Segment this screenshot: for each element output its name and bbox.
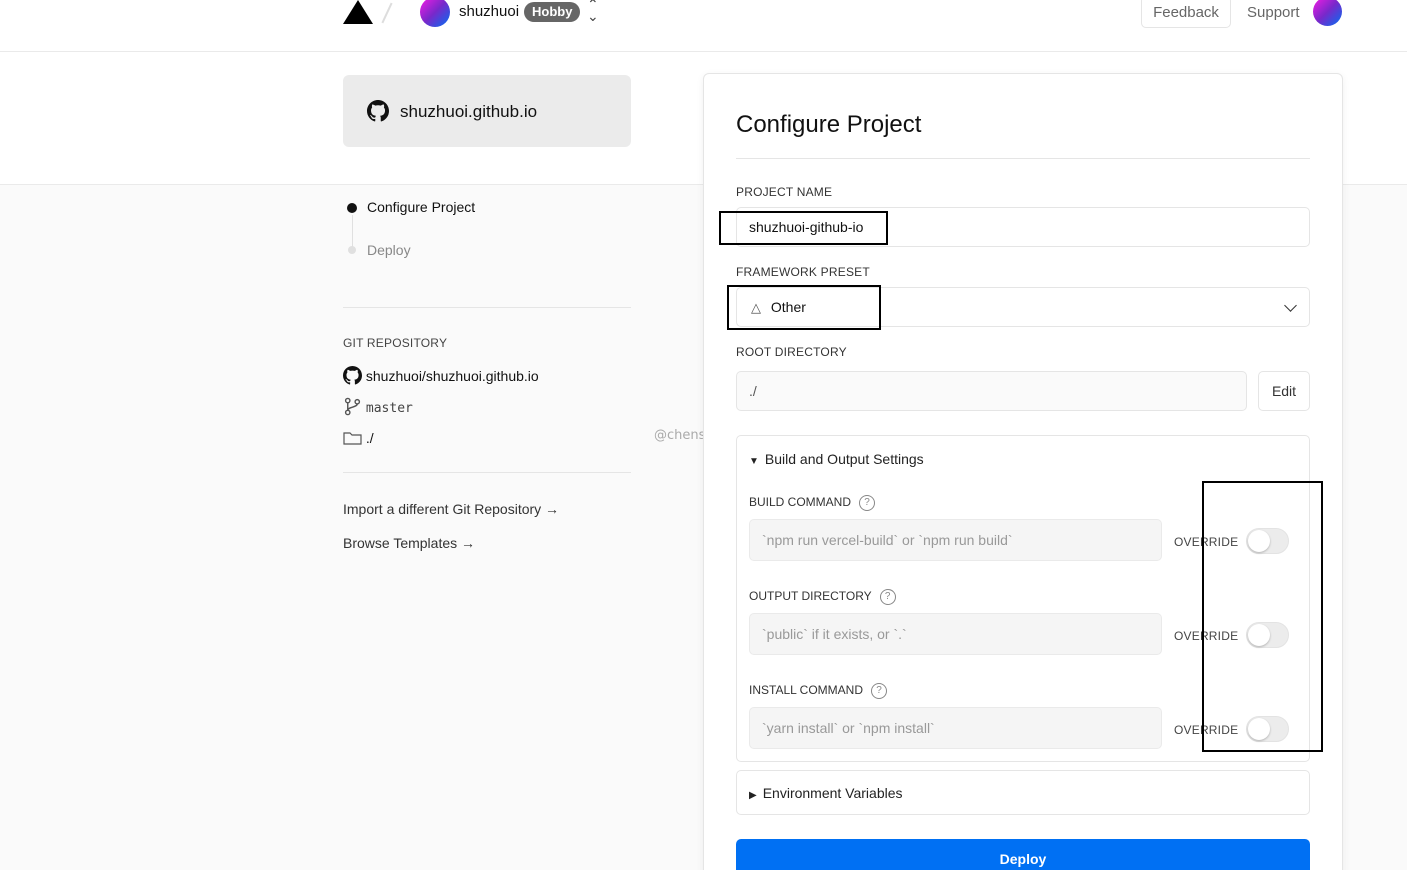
help-icon[interactable]: ? bbox=[879, 589, 896, 605]
git-branch-row: master bbox=[343, 397, 413, 416]
environment-variables-heading: Environment Variables bbox=[762, 785, 903, 801]
step-active-dot bbox=[347, 203, 357, 213]
github-icon bbox=[343, 366, 362, 385]
install-command-label-text: INSTALL COMMAND bbox=[749, 683, 864, 698]
output-directory-label-text: OUTPUT DIRECTORY bbox=[749, 589, 872, 604]
edit-root-directory-button[interactable]: Edit bbox=[1258, 371, 1310, 411]
build-output-settings-toggle[interactable]: ▼ Build and Output Settings bbox=[749, 451, 924, 467]
page-title: Configure Project bbox=[736, 111, 922, 138]
plan-badge: Hobby bbox=[524, 2, 581, 22]
step-connector bbox=[352, 215, 353, 247]
git-repo-name[interactable]: shuzhuoi/shuzhuoi.github.io bbox=[366, 368, 539, 384]
sidebar-divider bbox=[343, 307, 631, 308]
feedback-button[interactable]: Feedback bbox=[1141, 0, 1231, 28]
title-divider bbox=[736, 158, 1310, 159]
install-command-input[interactable]: `yarn install` or `npm install` bbox=[749, 707, 1162, 749]
repo-card-name: shuzhuoi.github.io bbox=[400, 102, 538, 121]
top-navigation-bar: shuzhuoi Hobby ⌃ ⌄ Feedback Support bbox=[0, 0, 1407, 52]
vercel-logo-icon[interactable] bbox=[343, 0, 373, 24]
help-icon[interactable]: ? bbox=[859, 495, 876, 511]
highlight-box bbox=[719, 211, 888, 245]
step-deploy: Deploy bbox=[367, 242, 411, 258]
user-avatar[interactable] bbox=[1313, 0, 1342, 26]
highlight-box bbox=[1202, 481, 1323, 752]
browse-templates-link[interactable]: Browse Templates → bbox=[343, 535, 475, 551]
environment-variables-panel[interactable]: ▶ Environment Variables bbox=[736, 770, 1310, 815]
output-directory-input[interactable]: `public` if it exists, or `.` bbox=[749, 613, 1162, 655]
sidebar-divider bbox=[343, 472, 631, 473]
git-directory: ./ bbox=[365, 430, 374, 446]
framework-preset-label: FRAMEWORK PRESET bbox=[736, 265, 870, 279]
project-name-label: PROJECT NAME bbox=[736, 185, 833, 199]
breadcrumb-separator bbox=[381, 2, 393, 24]
folder-icon bbox=[343, 432, 362, 445]
triangle-down-icon: ▼ bbox=[749, 456, 759, 467]
build-command-label-text: BUILD COMMAND bbox=[749, 495, 852, 510]
team-name[interactable]: shuzhuoi bbox=[459, 3, 519, 20]
environment-variables-toggle[interactable]: ▶ Environment Variables bbox=[749, 785, 903, 801]
build-command-input[interactable]: `npm run vercel-build` or `npm run build… bbox=[749, 519, 1162, 561]
help-icon[interactable]: ? bbox=[871, 683, 888, 699]
highlight-box bbox=[727, 285, 881, 330]
github-icon bbox=[367, 100, 389, 122]
root-directory-value: ./ bbox=[749, 383, 757, 399]
chevron-up-down-icon[interactable]: ⌃ ⌄ bbox=[587, 0, 599, 23]
install-command-label: INSTALL COMMAND? bbox=[749, 683, 888, 699]
team-avatar[interactable] bbox=[420, 0, 450, 27]
build-output-settings-heading: Build and Output Settings bbox=[764, 451, 924, 467]
chevron-down-icon bbox=[1284, 299, 1297, 312]
output-directory-label: OUTPUT DIRECTORY? bbox=[749, 589, 896, 605]
repo-card: shuzhuoi.github.io bbox=[343, 75, 631, 147]
git-repo-row[interactable]: shuzhuoi/shuzhuoi.github.io bbox=[343, 366, 539, 385]
import-repo-link[interactable]: Import a different Git Repository → bbox=[343, 501, 559, 517]
deploy-button[interactable]: Deploy bbox=[736, 839, 1310, 870]
root-directory-label: ROOT DIRECTORY bbox=[736, 345, 847, 359]
build-command-label: BUILD COMMAND? bbox=[749, 495, 876, 511]
git-branch-name: master bbox=[365, 401, 413, 416]
git-branch-icon bbox=[344, 397, 361, 416]
git-directory-row: ./ bbox=[343, 430, 374, 446]
git-repository-label: GIT REPOSITORY bbox=[343, 336, 448, 350]
support-link[interactable]: Support bbox=[1247, 4, 1300, 21]
root-directory-input[interactable]: ./ bbox=[736, 371, 1247, 411]
triangle-right-icon: ▶ bbox=[749, 790, 757, 801]
step-inactive-dot bbox=[348, 246, 356, 254]
step-configure-project: Configure Project bbox=[367, 199, 476, 215]
